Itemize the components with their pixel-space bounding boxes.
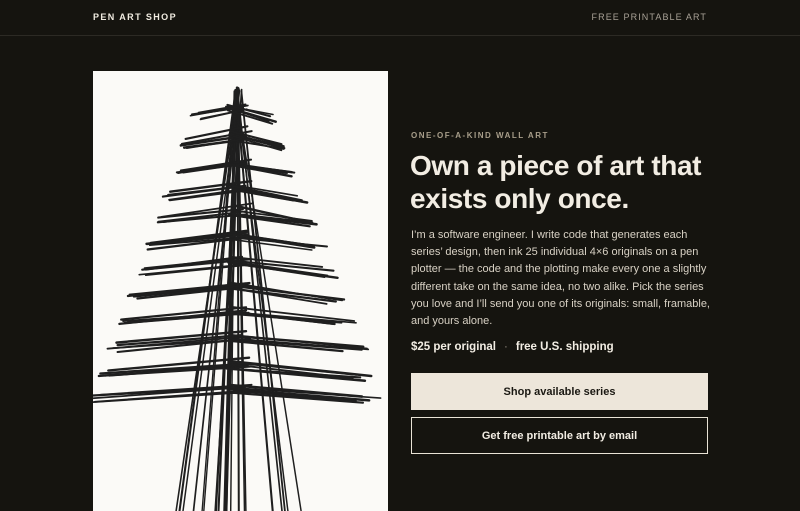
price-info: $25 per original · free U.S. shipping (411, 341, 614, 353)
site-logo[interactable]: PEN ART SHOP (93, 12, 177, 22)
top-bar: PEN ART SHOP FREE PRINTABLE ART (0, 0, 800, 36)
tree-drawing (93, 71, 388, 511)
shop-series-button[interactable]: Shop available series (411, 373, 708, 410)
eyebrow-label: ONE-OF-A-KIND WALL ART (411, 131, 549, 140)
free-printable-art-link[interactable]: FREE PRINTABLE ART (592, 12, 708, 22)
price-text: $25 per original (411, 341, 496, 353)
artwork-image (93, 71, 388, 511)
price-separator: · (504, 341, 508, 353)
shipping-text: free U.S. shipping (516, 341, 614, 353)
email-signup-button[interactable]: Get free printable art by email (411, 417, 708, 454)
page-title: Own a piece of art that exists only once… (410, 149, 730, 215)
intro-paragraph: I’m a software engineer. I write code th… (411, 227, 711, 330)
